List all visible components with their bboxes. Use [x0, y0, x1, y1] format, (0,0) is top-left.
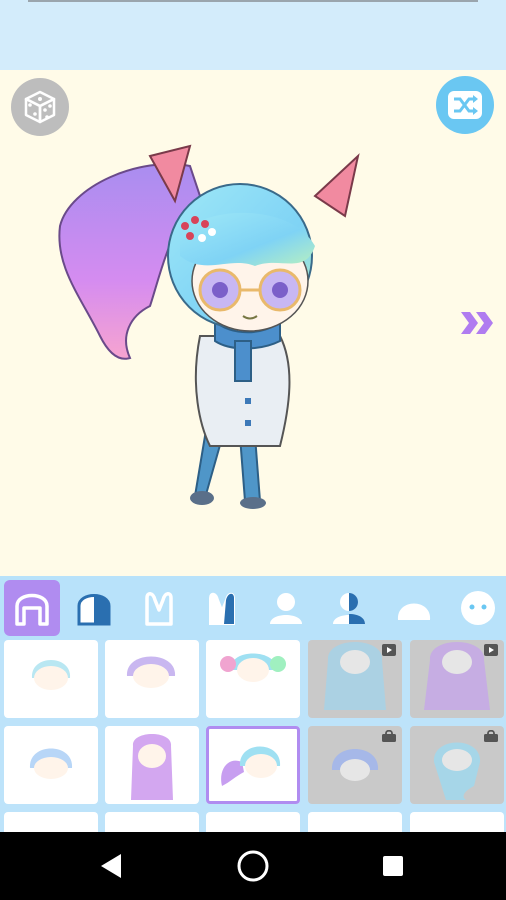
top-bar: [0, 0, 506, 70]
lock-icon: [382, 730, 396, 742]
hair-item-selected[interactable]: [206, 726, 300, 804]
ears-icon: [145, 592, 173, 626]
tab-body-alt[interactable]: [321, 580, 377, 636]
tab-hair-front[interactable]: [4, 580, 60, 636]
hair-item[interactable]: [105, 640, 199, 718]
hair-item[interactable]: [4, 640, 98, 718]
hair-item[interactable]: [410, 812, 504, 832]
chibi-character: [58, 144, 360, 509]
category-toolbar: [0, 576, 506, 640]
hair-style-thumbnail: [29, 748, 73, 779]
hair-style-thumbnail: [220, 653, 286, 682]
hair-item[interactable]: [4, 726, 98, 804]
hair-style-thumbnail: [131, 734, 173, 800]
video-ad-icon: [382, 644, 396, 656]
tab-ears-alt[interactable]: [194, 580, 250, 636]
hair-item[interactable]: [105, 812, 199, 832]
hair-back-icon: [77, 594, 111, 626]
home-circle-icon: [237, 850, 269, 882]
recents-button[interactable]: [373, 846, 413, 886]
hair-item[interactable]: [105, 726, 199, 804]
ears-alt-icon: [209, 592, 235, 625]
double-chevron-right-icon[interactable]: [458, 308, 498, 338]
tab-body[interactable]: [258, 580, 314, 636]
body-alt-icon: [333, 593, 365, 624]
hair-item-grid: [0, 640, 506, 832]
hair-item[interactable]: [410, 640, 504, 718]
hair-style-thumbnail: [221, 746, 281, 786]
top-divider: [28, 0, 478, 2]
home-button[interactable]: [233, 846, 273, 886]
tab-hair-back[interactable]: [66, 580, 122, 636]
hair-item[interactable]: [410, 726, 504, 804]
shuffle-icon: [448, 91, 482, 119]
hair-item[interactable]: [308, 812, 402, 832]
hair-item[interactable]: [206, 640, 300, 718]
head-shape-icon: [397, 603, 431, 620]
body-icon: [270, 593, 302, 624]
back-button[interactable]: [92, 846, 132, 886]
tab-face[interactable]: [450, 580, 506, 636]
lock-icon: [484, 730, 498, 742]
hair-style-thumbnail: [31, 660, 71, 690]
hair-front-icon: [15, 593, 49, 626]
shuffle-button[interactable]: [436, 76, 494, 134]
back-triangle-icon: [101, 854, 121, 878]
tab-ears[interactable]: [131, 580, 187, 636]
hair-item[interactable]: [308, 640, 402, 718]
recents-square-icon: [383, 856, 403, 876]
character-stage: [0, 70, 506, 576]
hair-item[interactable]: [4, 812, 98, 832]
video-ad-icon: [484, 644, 498, 656]
hair-item[interactable]: [206, 812, 300, 832]
hair-style-thumbnail: [126, 656, 176, 688]
tab-head-shape[interactable]: [386, 580, 442, 636]
face-icon: [461, 591, 495, 625]
hair-item[interactable]: [308, 726, 402, 804]
android-nav-bar: [0, 832, 506, 900]
